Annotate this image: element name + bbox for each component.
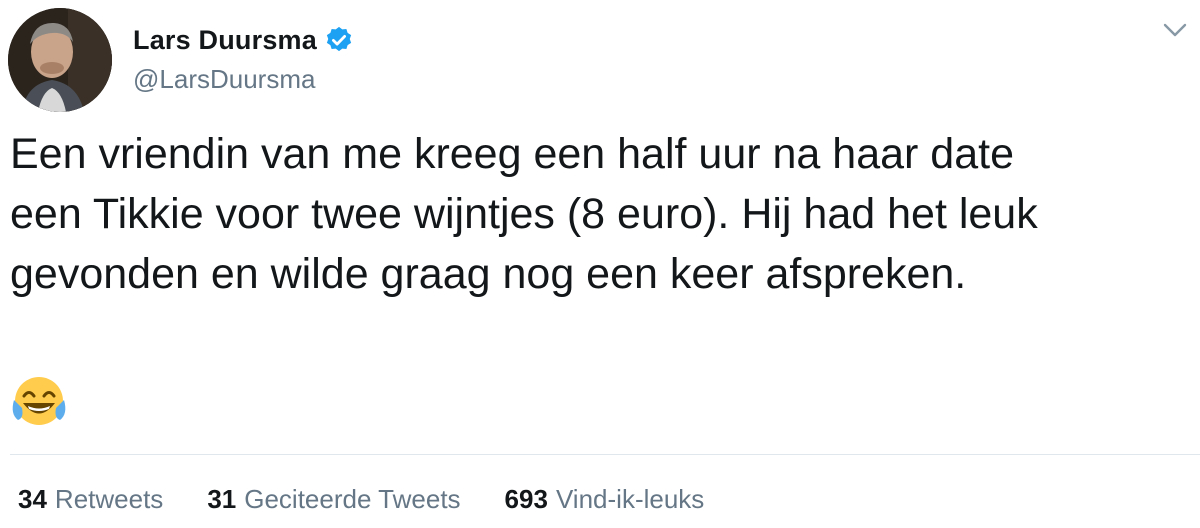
tweet-text: Een vriendin van me kreeg een half uur n… bbox=[10, 130, 1038, 298]
avatar[interactable] bbox=[8, 8, 112, 112]
divider bbox=[10, 454, 1200, 455]
retweets-stat[interactable]: 34 Retweets bbox=[18, 484, 163, 515]
avatar-photo bbox=[8, 8, 112, 112]
retweets-count: 34 bbox=[18, 484, 47, 514]
author-display-name[interactable]: Lars Duursma bbox=[133, 25, 317, 56]
quote-tweets-stat[interactable]: 31 Geciteerde Tweets bbox=[207, 484, 460, 515]
retweets-label: Retweets bbox=[54, 484, 164, 514]
likes-label: Vind-ik-leuks bbox=[555, 484, 705, 514]
face-with-tears-of-joy-icon bbox=[10, 374, 68, 432]
author-name-row[interactable]: Lars Duursma bbox=[133, 22, 354, 58]
tweet-card: Lars Duursma @LarsDuursma Een vriendin v… bbox=[0, 0, 1200, 528]
author-handle[interactable]: @LarsDuursma bbox=[133, 64, 354, 95]
likes-stat[interactable]: 693 Vind-ik-leuks bbox=[505, 484, 705, 515]
tweet-header: Lars Duursma @LarsDuursma bbox=[133, 22, 354, 95]
quote-tweets-count: 31 bbox=[207, 484, 237, 514]
likes-count: 693 bbox=[504, 484, 548, 514]
chevron-down-icon[interactable] bbox=[1162, 20, 1188, 40]
quote-tweets-label: Geciteerde Tweets bbox=[244, 484, 461, 514]
tweet-stats: 34 Retweets 31 Geciteerde Tweets 693 Vin… bbox=[18, 484, 748, 515]
verified-badge-icon bbox=[324, 25, 354, 55]
